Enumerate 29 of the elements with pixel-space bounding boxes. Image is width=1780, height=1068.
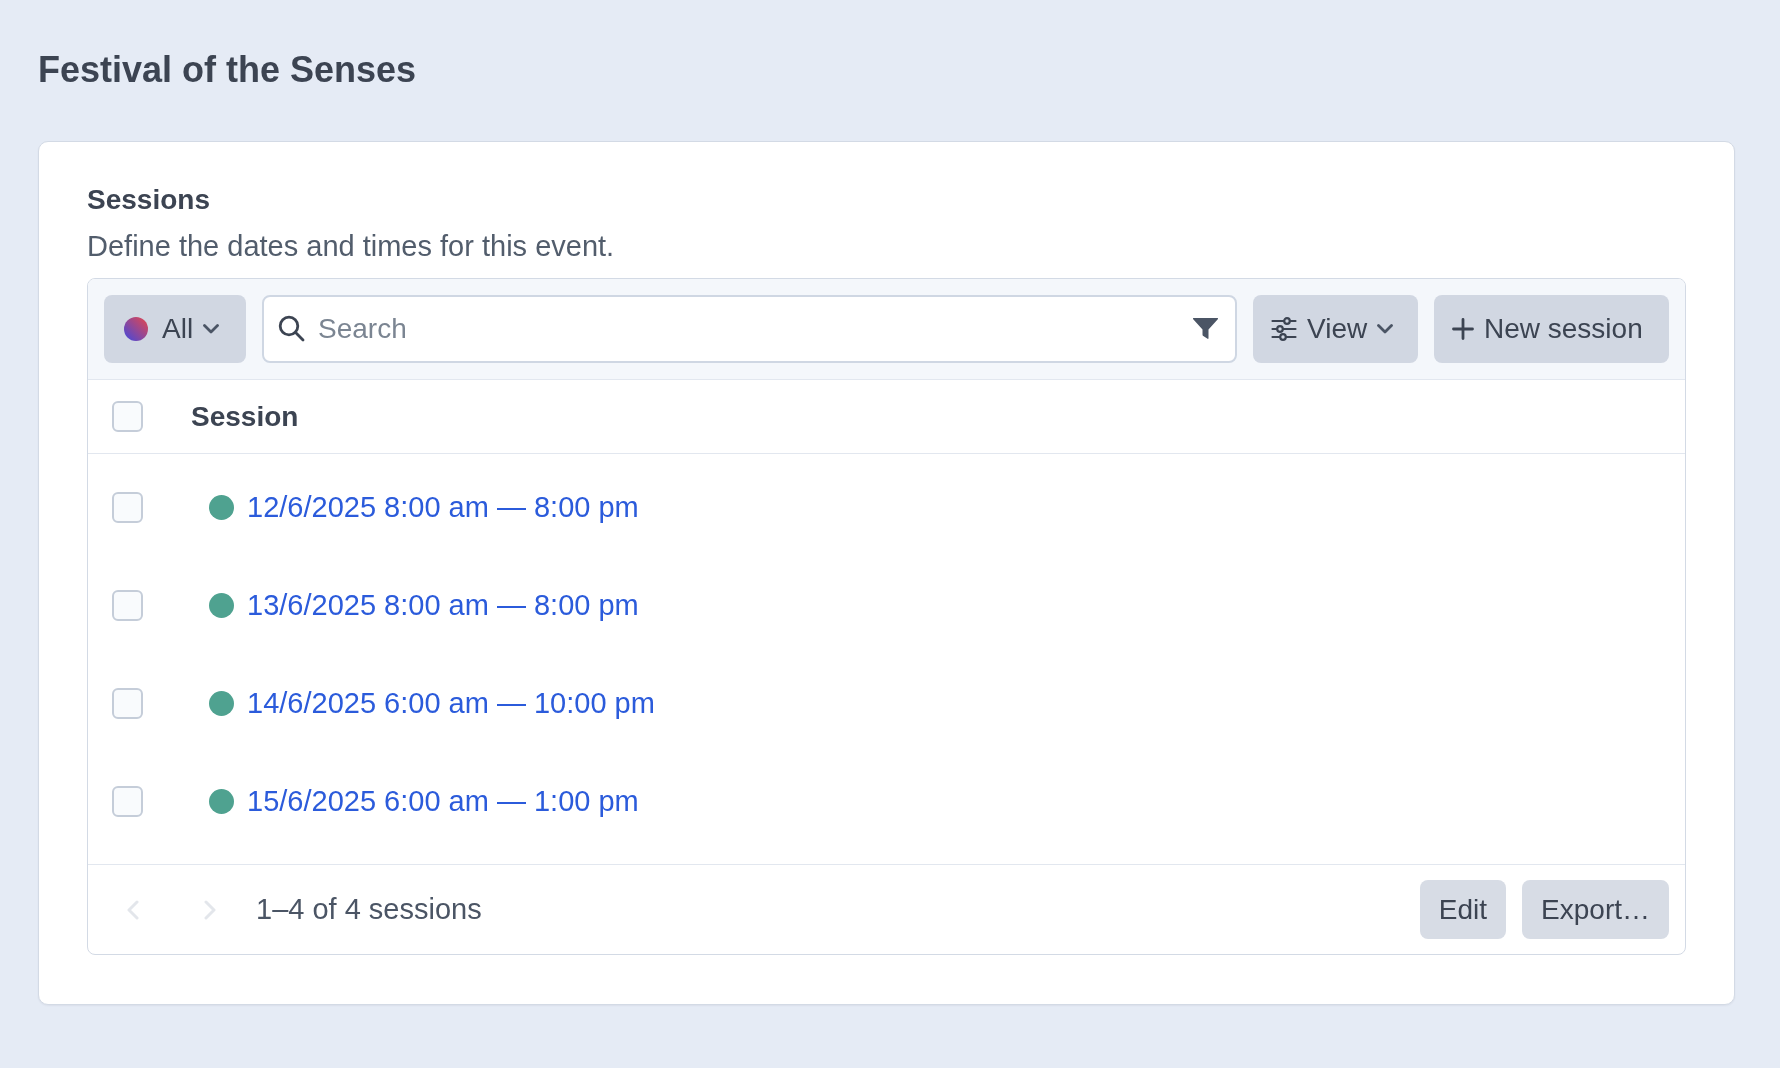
session-link[interactable]: 13/6/2025 8:00 am — 8:00 pm xyxy=(247,588,639,622)
search-icon xyxy=(278,315,305,342)
section-description: Define the dates and times for this event. xyxy=(87,229,615,264)
row-checkbox[interactable] xyxy=(112,785,143,817)
filter-dropdown[interactable]: All xyxy=(104,295,246,363)
new-session-button[interactable]: New session xyxy=(1434,295,1669,363)
section-title: Sessions xyxy=(87,183,210,217)
export-button[interactable]: Export… xyxy=(1522,880,1669,939)
select-all-checkbox[interactable] xyxy=(112,401,143,432)
page-title: Festival of the Senses xyxy=(38,48,417,92)
search-field[interactable]: Search xyxy=(262,295,1237,363)
chevron-down-icon xyxy=(1377,324,1394,334)
gradient-dot-icon xyxy=(124,317,148,341)
chevron-right-icon xyxy=(204,899,216,920)
view-button[interactable]: View xyxy=(1253,295,1418,363)
row-checkbox[interactable] xyxy=(112,491,143,523)
column-header: Session xyxy=(191,400,299,433)
row-checkbox[interactable] xyxy=(112,687,143,719)
edit-button[interactable]: Edit xyxy=(1419,880,1507,939)
row-checkbox[interactable] xyxy=(112,589,143,621)
session-link[interactable]: 14/6/2025 6:00 am — 10:00 pm xyxy=(247,686,655,720)
session-link[interactable]: 12/6/2025 8:00 am — 8:00 pm xyxy=(247,490,639,524)
session-link[interactable]: 15/6/2025 6:00 am — 1:00 pm xyxy=(247,784,639,818)
pagination-summary: 1–4 of 4 sessions xyxy=(256,893,482,926)
sliders-icon xyxy=(1271,317,1297,341)
plus-icon xyxy=(1452,318,1474,340)
filter-icon[interactable] xyxy=(1192,317,1219,340)
chevron-left-icon xyxy=(127,899,139,920)
chevron-down-icon xyxy=(203,324,220,334)
